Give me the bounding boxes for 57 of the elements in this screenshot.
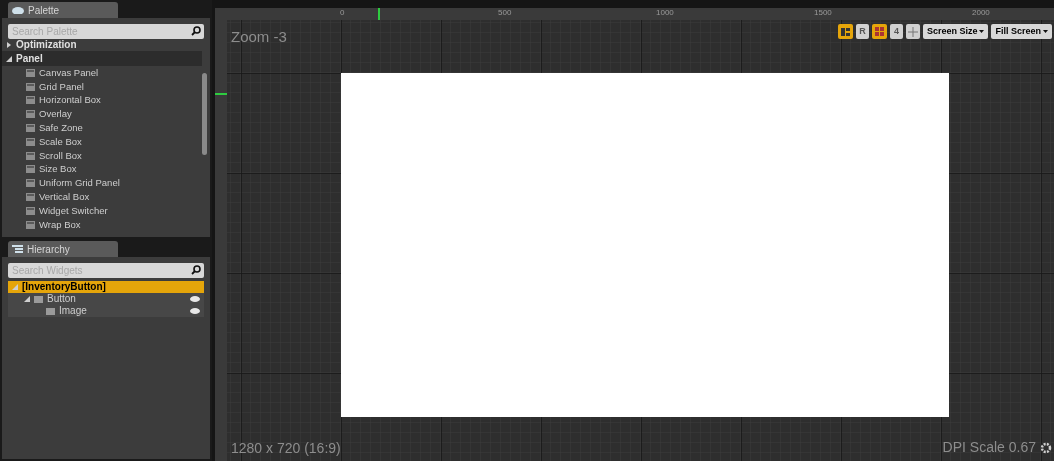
cursor-marker [215, 93, 227, 95]
palette-item[interactable]: Canvas Panel [2, 66, 202, 80]
palette-item[interactable]: Wrap Box [2, 217, 202, 232]
palette-item[interactable]: Size Box [2, 162, 202, 177]
resolution-label: 1280 x 720 (16:9) [231, 439, 341, 458]
widget-icon [26, 110, 35, 119]
palette-item[interactable]: Widget Switcher [2, 203, 202, 218]
settings-icon[interactable] [1040, 441, 1052, 454]
widget-icon [26, 193, 35, 202]
widget-icon [26, 165, 35, 174]
widget-icon [26, 220, 35, 229]
palette-item[interactable]: Vertical Box [2, 190, 202, 204]
palette-item[interactable]: Horizontal Box [2, 93, 202, 108]
ruler-label: 1000 [656, 8, 674, 18]
category-header[interactable]: Panel [2, 51, 202, 66]
expand-arrow-icon[interactable] [6, 42, 12, 48]
widget-icon [26, 137, 35, 146]
ruler-label: 1500 [814, 8, 832, 18]
widget-icon [26, 151, 35, 160]
dropdown-button[interactable]: Screen Size [922, 24, 989, 39]
widget-icon [26, 82, 35, 91]
grid-icon [874, 27, 884, 36]
ruler-label: 0 [340, 8, 345, 18]
widget-icon [26, 206, 35, 215]
zoom-label: Zoom -3 [231, 27, 287, 47]
widget-icon [26, 96, 35, 105]
tree-item[interactable]: Image [8, 305, 204, 317]
palette-item[interactable]: Overlay [2, 107, 202, 122]
widget-icon [26, 68, 35, 77]
search-icon [191, 265, 201, 275]
dropdown-button[interactable]: Fill Screen [991, 24, 1052, 39]
palette-item[interactable]: Grid Panel [2, 79, 202, 94]
palette-item[interactable]: Scale Box [2, 135, 202, 149]
palette-item[interactable]: Safe Zone [2, 121, 202, 135]
palette-item[interactable]: Scroll Box [2, 148, 202, 163]
layout-icon [840, 27, 850, 36]
hierarchy-icon [12, 244, 23, 254]
panel-tab[interactable]: Palette [8, 2, 118, 18]
caret-icon [979, 30, 985, 33]
panel-tab[interactable]: Hierarchy [8, 241, 118, 257]
search-icon [191, 26, 201, 36]
eye-icon[interactable] [190, 308, 200, 314]
tree-item[interactable]: [InventoryButton] [8, 281, 204, 293]
category-header[interactable]: Optimization [2, 39, 202, 51]
move-icon [907, 26, 918, 37]
palette-icon [12, 6, 24, 14]
tree-item[interactable]: Button [8, 293, 204, 305]
caret-icon [1043, 30, 1048, 33]
ruler-label: 2000 [972, 8, 990, 18]
widget-icon [26, 124, 35, 133]
dpi-scale-label: DPI Scale 0.67 [942, 438, 1036, 457]
ruler-label: 500 [498, 8, 512, 18]
cursor-marker [378, 8, 380, 20]
eye-icon[interactable] [190, 296, 200, 302]
widget-icon [26, 179, 35, 188]
scrollbar-thumb[interactable] [202, 73, 207, 155]
palette-item[interactable]: Uniform Grid Panel [2, 176, 202, 191]
